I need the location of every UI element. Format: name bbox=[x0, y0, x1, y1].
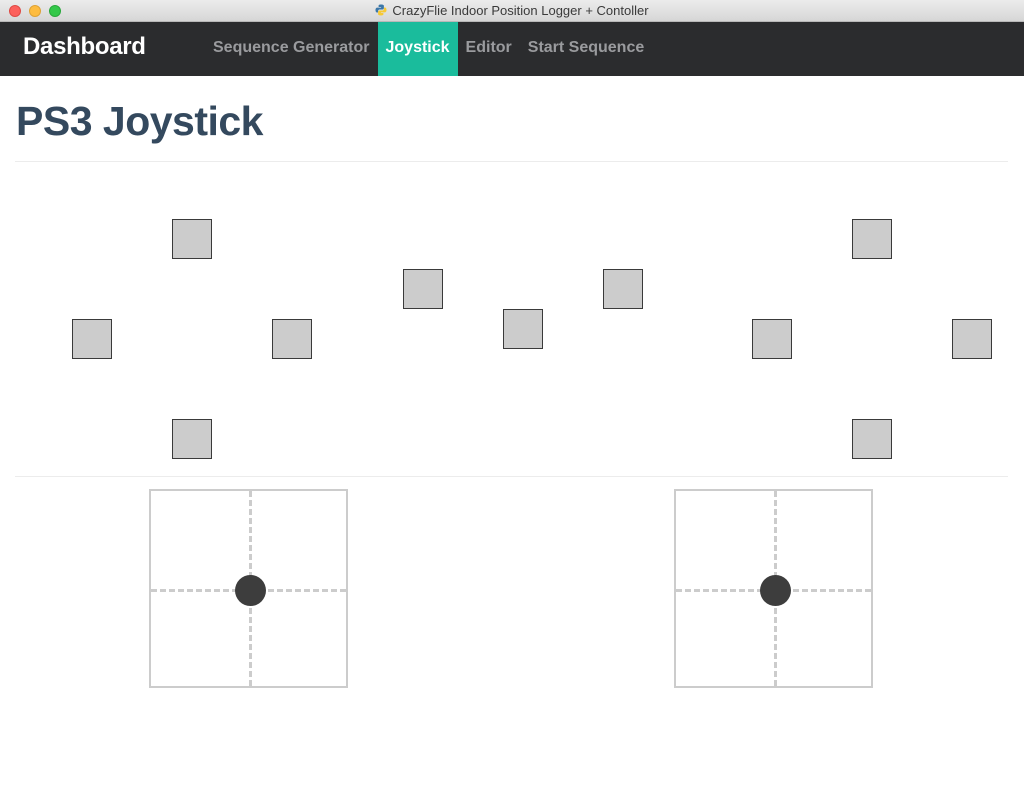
python-icon bbox=[375, 4, 387, 16]
nav-item-start-sequence[interactable]: Start Sequence bbox=[520, 22, 652, 76]
dpad-left-button[interactable] bbox=[72, 319, 112, 359]
top-navbar: Dashboard Sequence Generator Joystick Ed… bbox=[0, 22, 1024, 76]
triangle-button[interactable] bbox=[852, 219, 892, 259]
circle-button[interactable] bbox=[952, 319, 992, 359]
section-divider bbox=[15, 476, 1008, 477]
dpad-down-button[interactable] bbox=[172, 419, 212, 459]
square-button[interactable] bbox=[752, 319, 792, 359]
window-title: CrazyFlie Indoor Position Logger + Conto… bbox=[392, 3, 649, 18]
window-titlebar: CrazyFlie Indoor Position Logger + Conto… bbox=[0, 0, 1024, 22]
left-stick-knob[interactable] bbox=[235, 575, 266, 606]
dpad-right-button[interactable] bbox=[272, 319, 312, 359]
navbar-brand[interactable]: Dashboard bbox=[23, 33, 146, 61]
right-stick-knob[interactable] bbox=[760, 575, 791, 606]
ps-button[interactable] bbox=[503, 309, 543, 349]
cross-button[interactable] bbox=[852, 419, 892, 459]
nav-item-sequence-generator[interactable]: Sequence Generator bbox=[205, 22, 378, 76]
title-divider bbox=[15, 161, 1008, 162]
page-title: PS3 Joystick bbox=[16, 98, 264, 144]
dpad-up-button[interactable] bbox=[172, 219, 212, 259]
left-analog-stick[interactable] bbox=[149, 489, 348, 688]
start-button[interactable] bbox=[603, 269, 643, 309]
right-analog-stick[interactable] bbox=[674, 489, 873, 688]
select-button[interactable] bbox=[403, 269, 443, 309]
nav-item-editor[interactable]: Editor bbox=[458, 22, 520, 76]
nav-menu: Sequence Generator Joystick Editor Start… bbox=[205, 22, 652, 76]
app-window: CrazyFlie Indoor Position Logger + Conto… bbox=[0, 0, 1024, 789]
nav-item-joystick[interactable]: Joystick bbox=[377, 22, 458, 76]
